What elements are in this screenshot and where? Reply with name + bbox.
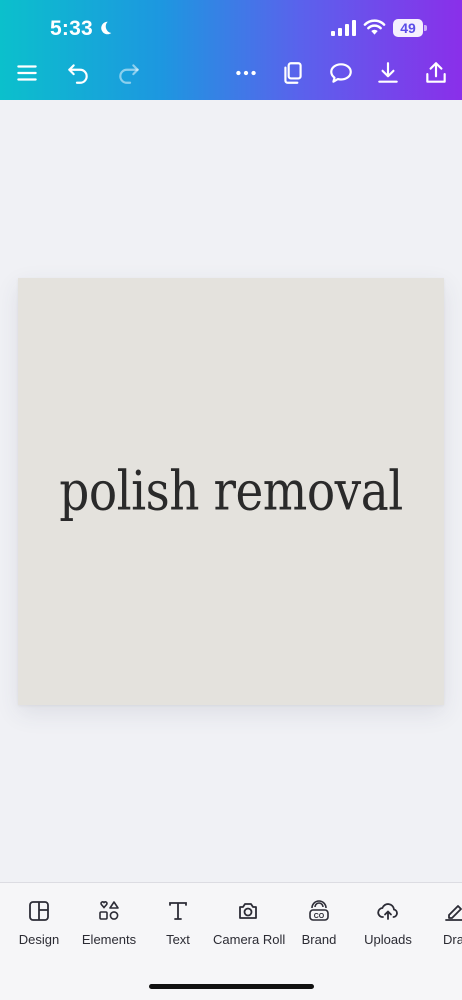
more-button[interactable] xyxy=(231,58,261,88)
svg-text:CO: CO xyxy=(314,913,325,920)
tool-label: Text xyxy=(166,932,190,947)
download-button[interactable] xyxy=(373,58,403,88)
undo-button[interactable] xyxy=(63,58,93,88)
camera-icon xyxy=(239,903,257,919)
tool-elements[interactable]: Elements xyxy=(74,899,144,955)
canvas-text[interactable]: polish removal xyxy=(59,460,403,523)
tool-text[interactable]: Text xyxy=(143,899,213,955)
design-page[interactable]: polish removal xyxy=(18,278,444,705)
battery-level: 49 xyxy=(393,19,423,37)
tool-label: Camera Roll xyxy=(213,932,286,947)
home-indicator xyxy=(149,984,314,989)
tool-camera-roll[interactable]: Camera Roll xyxy=(213,899,286,955)
redo-button[interactable] xyxy=(114,58,144,88)
bottom-toolbar: Design Elements Text Camera Roll CO Bran… xyxy=(0,882,462,1000)
tool-uploads[interactable]: Uploads xyxy=(353,899,423,955)
upload-cloud-icon xyxy=(377,903,398,920)
tool-label: Dra xyxy=(443,932,462,947)
draw-icon xyxy=(445,905,462,921)
more-icon xyxy=(236,70,256,76)
tool-label: Uploads xyxy=(364,932,412,947)
download-icon xyxy=(378,62,398,83)
tool-design[interactable]: Design xyxy=(4,899,74,955)
comment-button[interactable] xyxy=(326,58,356,88)
share-button[interactable] xyxy=(421,58,451,88)
wifi-icon xyxy=(363,19,386,35)
cellular-signal-icon xyxy=(331,20,356,36)
moon-icon xyxy=(101,21,112,35)
status-time: 5:33 xyxy=(50,17,93,40)
share-icon xyxy=(426,62,446,83)
menu-button[interactable] xyxy=(12,58,42,88)
design-icon xyxy=(29,901,49,921)
pages-icon xyxy=(284,62,302,84)
pages-button[interactable] xyxy=(278,58,308,88)
tool-label: Design xyxy=(18,932,60,947)
comment-icon xyxy=(330,63,352,83)
undo-icon xyxy=(68,64,88,84)
tool-draw[interactable]: Dra xyxy=(426,899,462,955)
redo-icon xyxy=(119,64,139,84)
battery-icon: 49 xyxy=(393,19,427,37)
status-bar: 5:33 49 xyxy=(0,0,462,56)
tool-label: Brand xyxy=(301,932,337,947)
tool-label: Elements xyxy=(81,932,137,947)
menu-icon xyxy=(17,65,37,81)
tool-brand[interactable]: CO Brand xyxy=(284,899,354,955)
text-icon xyxy=(169,902,187,920)
brand-icon: CO xyxy=(309,900,329,921)
top-bar: 5:33 49 xyxy=(0,0,462,100)
elements-icon xyxy=(99,901,119,920)
canvas-area[interactable]: polish removal xyxy=(0,100,462,882)
